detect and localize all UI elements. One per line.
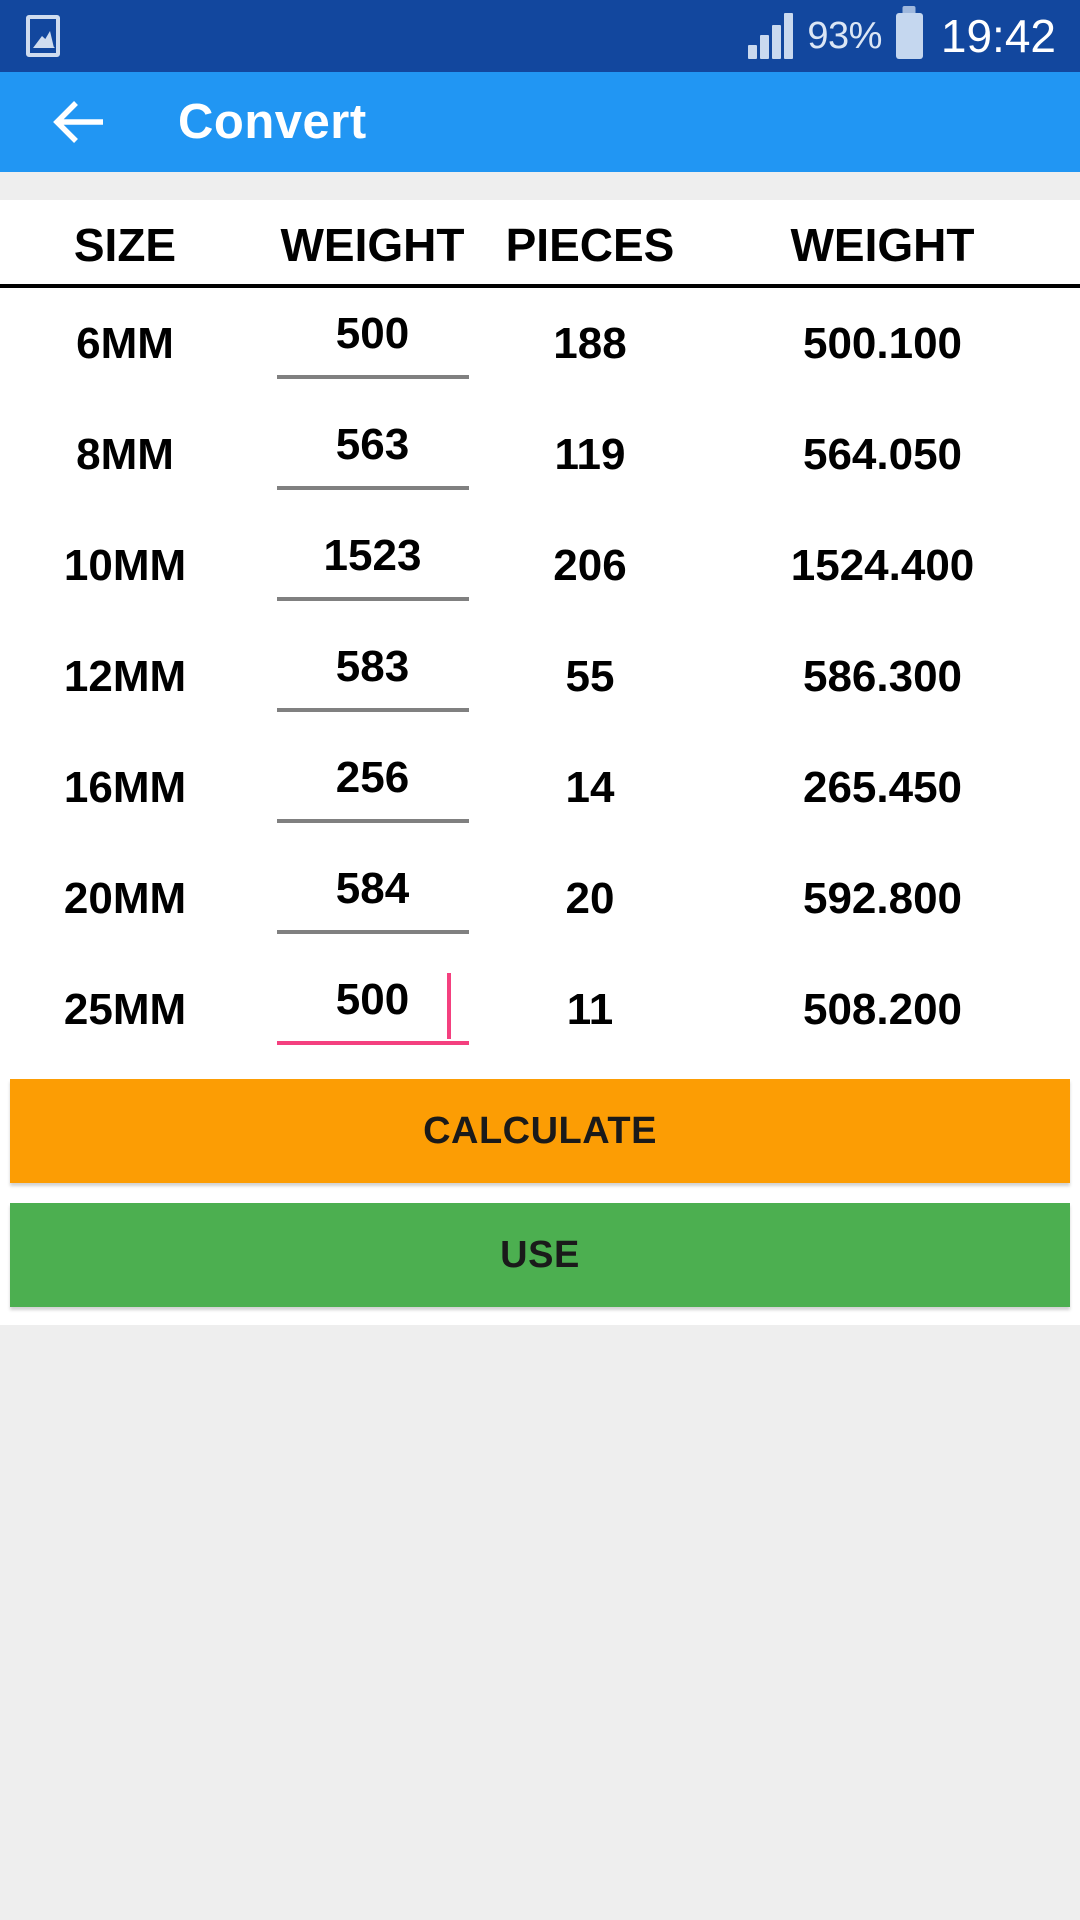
input-wrapper: [276, 752, 469, 823]
table-row: 16MM 14 265.450: [0, 732, 1080, 843]
row-weight-result: 265.450: [802, 762, 963, 812]
input-wrapper: [276, 641, 469, 712]
row-pieces-value: 188: [553, 318, 627, 368]
row-size-label: 25MM: [63, 984, 187, 1034]
content-top-gap: [0, 172, 1080, 200]
weight-input-focused[interactable]: [276, 974, 469, 1045]
status-bar-left: [26, 15, 60, 57]
empty-background: [0, 1325, 1080, 1730]
app-bar: Convert: [0, 72, 1080, 172]
header-weight-input: WEIGHT: [280, 219, 465, 271]
status-bar-clock: 19:42: [940, 10, 1056, 62]
row-size-label: 12MM: [63, 651, 187, 701]
row-weight-result: 564.050: [802, 429, 963, 479]
row-size-label: 16MM: [63, 762, 187, 812]
input-wrapper: [276, 972, 469, 1045]
use-button[interactable]: USE: [10, 1203, 1070, 1307]
arrow-left-icon: [53, 101, 103, 143]
row-pieces-value: 206: [553, 540, 627, 590]
row-size-label: 20MM: [63, 873, 187, 923]
input-wrapper: [276, 419, 469, 490]
weight-input[interactable]: [276, 419, 469, 490]
gallery-image-icon: [26, 15, 60, 57]
back-button[interactable]: [48, 91, 110, 153]
weight-input[interactable]: [276, 308, 469, 379]
row-weight-input-cell: [250, 419, 495, 490]
header-weight-result: WEIGHT: [790, 219, 975, 271]
action-buttons: CALCULATE USE: [0, 1065, 1080, 1325]
table-row: 6MM 188 500.100: [0, 288, 1080, 399]
weight-input[interactable]: [276, 641, 469, 712]
row-weight-result: 586.300: [802, 651, 963, 701]
row-weight-input-cell: [250, 308, 495, 379]
row-weight-result: 508.200: [802, 984, 963, 1034]
row-pieces-value: 55: [565, 651, 615, 701]
row-size-label: 6MM: [76, 318, 174, 368]
table-row: 10MM 206 1524.400: [0, 510, 1080, 621]
battery-icon: [895, 13, 923, 59]
weight-input[interactable]: [276, 863, 469, 934]
table-row: 12MM 55 586.300: [0, 621, 1080, 732]
row-weight-input-cell: [250, 863, 495, 934]
text-cursor: [446, 972, 451, 1039]
row-weight-input-cell: [250, 530, 495, 601]
table-row: 25MM 11 508.200: [0, 954, 1080, 1065]
row-weight-input-cell: [250, 972, 495, 1045]
row-weight-result: 592.800: [802, 873, 963, 923]
table-header-row: SIZE WEIGHT PIECES WEIGHT: [0, 206, 1080, 284]
header-size: SIZE: [73, 219, 177, 271]
input-wrapper: [276, 308, 469, 379]
status-bar: 93% 19:42: [0, 0, 1080, 72]
convert-table: SIZE WEIGHT PIECES WEIGHT 6MM 188 500.10…: [0, 200, 1080, 1065]
row-size-label: 8MM: [76, 429, 174, 479]
header-pieces: PIECES: [505, 219, 675, 271]
calculate-button[interactable]: CALCULATE: [10, 1079, 1070, 1183]
input-wrapper: [276, 863, 469, 934]
row-pieces-value: 20: [565, 873, 615, 923]
row-pieces-value: 11: [566, 984, 614, 1034]
status-bar-right: 93% 19:42: [748, 9, 1056, 63]
battery-percent-label: 93%: [807, 14, 882, 57]
row-pieces-value: 119: [554, 429, 626, 479]
input-wrapper: [276, 530, 469, 601]
table-row: 20MM 20 592.800: [0, 843, 1080, 954]
row-weight-input-cell: [250, 641, 495, 712]
table-row: 8MM 119 564.050: [0, 399, 1080, 510]
page-title: Convert: [178, 95, 367, 149]
row-weight-result: 500.100: [802, 318, 963, 368]
weight-input[interactable]: [276, 530, 469, 601]
row-pieces-value: 14: [565, 762, 615, 812]
row-weight-input-cell: [250, 752, 495, 823]
row-weight-result: 1524.400: [790, 540, 975, 590]
signal-bars-icon: [748, 13, 794, 59]
weight-input[interactable]: [276, 752, 469, 823]
row-size-label: 10MM: [63, 540, 187, 590]
